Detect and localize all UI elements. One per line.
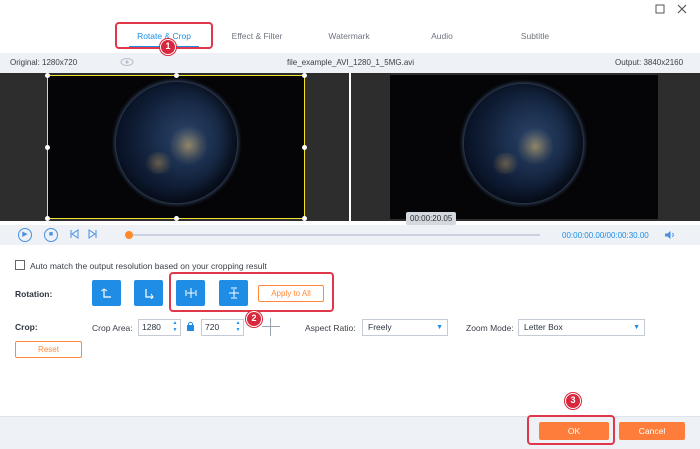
current-time: 00:00:00.00 bbox=[562, 231, 605, 240]
reset-button[interactable]: Reset bbox=[15, 341, 82, 358]
maximize-icon[interactable] bbox=[654, 4, 666, 16]
crop-width-stepper[interactable]: ▲ ▼ bbox=[171, 320, 179, 334]
rotate-right-button[interactable] bbox=[134, 280, 163, 306]
tab-effect-filter[interactable]: Effect & Filter bbox=[215, 24, 299, 48]
chevron-down-icon: ▼ bbox=[436, 324, 443, 331]
volume-icon[interactable] bbox=[664, 230, 676, 242]
original-preview bbox=[0, 73, 349, 221]
aspect-ratio-label: Aspect Ratio: bbox=[305, 323, 356, 333]
previous-frame-icon[interactable] bbox=[69, 229, 79, 241]
tab-audio[interactable]: Audio bbox=[400, 24, 484, 48]
file-name: file_example_AVI_1280_1_5MG.avi bbox=[287, 58, 415, 67]
crop-handle-top-right[interactable] bbox=[302, 73, 307, 78]
info-bar: Original: 1280x720 file_example_AVI_1280… bbox=[0, 53, 700, 73]
cancel-button[interactable]: Cancel bbox=[619, 422, 685, 440]
tab-bar: Rotate & Crop Effect & Filter Watermark … bbox=[0, 0, 700, 48]
zoom-mode-value: Letter Box bbox=[524, 322, 563, 332]
crop-area-label: Crop Area: bbox=[92, 323, 133, 333]
time-tooltip: 00:00:20.05 bbox=[406, 212, 457, 225]
tab-watermark[interactable]: Watermark bbox=[307, 24, 391, 48]
crop-height-stepper[interactable]: ▲ ▼ bbox=[234, 320, 242, 334]
close-icon[interactable] bbox=[676, 4, 688, 16]
crop-handle-bottom-right[interactable] bbox=[302, 216, 307, 221]
tab-subtitle[interactable]: Subtitle bbox=[493, 24, 577, 48]
crop-handle-bottom[interactable] bbox=[174, 216, 179, 221]
rotation-label: Rotation: bbox=[15, 289, 53, 299]
crop-handle-left[interactable] bbox=[45, 145, 50, 150]
playback-bar: ▶ ■ 00:00:00.00/00:00:30.00 bbox=[0, 225, 700, 245]
highlight-box-ok bbox=[527, 415, 615, 445]
step-marker-3: 3 bbox=[565, 393, 581, 409]
lock-icon[interactable] bbox=[186, 321, 195, 333]
crop-handle-top-left[interactable] bbox=[45, 73, 50, 78]
rotate-left-button[interactable] bbox=[92, 280, 121, 306]
timeline-track[interactable] bbox=[128, 234, 540, 236]
earth-image bbox=[464, 84, 583, 203]
zoom-mode-label: Zoom Mode: bbox=[466, 323, 514, 333]
crop-label: Crop: bbox=[15, 322, 38, 332]
aspect-ratio-value: Freely bbox=[368, 322, 392, 332]
time-display: 00:00:00.00/00:00:30.00 bbox=[562, 231, 649, 240]
original-resolution: Original: 1280x720 bbox=[10, 58, 78, 67]
crop-height-value: 720 bbox=[205, 322, 220, 332]
eye-icon[interactable] bbox=[120, 57, 134, 69]
crop-selection-box[interactable] bbox=[45, 73, 307, 221]
crop-handle-right[interactable] bbox=[302, 145, 307, 150]
crop-handle-bottom-left[interactable] bbox=[45, 216, 50, 221]
crop-handle-top[interactable] bbox=[174, 73, 179, 78]
next-frame-icon[interactable] bbox=[88, 229, 98, 241]
step-marker-1: 1 bbox=[160, 39, 176, 55]
step-marker-2: 2 bbox=[246, 311, 262, 327]
auto-match-checkbox[interactable] bbox=[15, 260, 25, 270]
total-time: /00:00:30.00 bbox=[604, 231, 649, 240]
crop-height-input[interactable]: 720 ▲ ▼ bbox=[201, 319, 244, 336]
aspect-ratio-select[interactable]: Freely ▼ bbox=[362, 319, 448, 336]
chevron-down-icon: ▼ bbox=[633, 324, 640, 331]
output-video-frame bbox=[390, 75, 658, 219]
stop-icon[interactable]: ■ bbox=[44, 228, 58, 242]
crop-width-value: 1280 bbox=[142, 322, 161, 332]
play-icon[interactable]: ▶ bbox=[18, 228, 32, 242]
output-preview bbox=[351, 73, 700, 221]
center-crosshair-icon[interactable] bbox=[262, 318, 280, 336]
output-resolution: Output: 3840x2160 bbox=[615, 58, 684, 67]
timeline-knob[interactable] bbox=[125, 231, 133, 239]
highlight-box-rotation bbox=[169, 272, 334, 312]
auto-match-label: Auto match the output resolution based o… bbox=[30, 261, 267, 271]
crop-width-input[interactable]: 1280 ▲ ▼ bbox=[138, 319, 181, 336]
zoom-mode-select[interactable]: Letter Box ▼ bbox=[518, 319, 645, 336]
